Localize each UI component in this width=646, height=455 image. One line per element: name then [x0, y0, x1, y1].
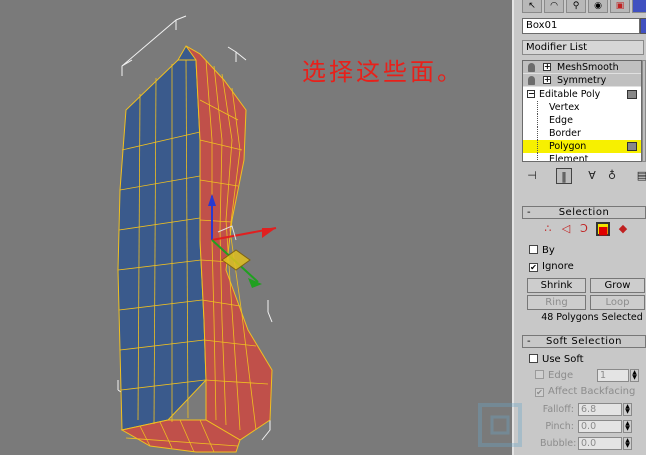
use-soft-selection-checkbox[interactable]: Use Soft	[529, 354, 584, 365]
pin-stack-icon[interactable]: ⊣	[524, 168, 540, 184]
subobject-square-icon	[627, 90, 637, 99]
lightbulb-icon[interactable]	[528, 63, 535, 72]
modify-tab-icon[interactable]: ◠	[544, 0, 564, 13]
stack-item-symmetry[interactable]: + Symmetry	[523, 74, 641, 87]
selection-status: 48 Polygons Selected	[541, 312, 643, 323]
stack-item-edge[interactable]: Edge	[523, 114, 641, 127]
stack-item-meshsmooth[interactable]: + MeshSmooth	[523, 61, 641, 74]
soft-selection-rollout-header[interactable]: - Soft Selection	[522, 335, 646, 348]
remove-modifier-icon[interactable]: ♁	[604, 168, 620, 184]
modifier-list-dropdown[interactable]: Modifier List	[522, 40, 644, 55]
stack-scrollbar[interactable]	[642, 60, 646, 162]
element-mode-icon[interactable]: ◆	[616, 222, 630, 236]
lightbulb-icon[interactable]	[528, 76, 535, 85]
vertex-mode-icon[interactable]: ∴	[541, 222, 555, 236]
ring-button[interactable]: Ring	[527, 295, 586, 310]
annotation-text: 选择这些面。	[302, 58, 464, 86]
falloff-field[interactable]: 6.8	[578, 403, 622, 416]
pinch-field[interactable]: 0.0	[578, 420, 622, 433]
ignore-backfacing-checkbox[interactable]: ✔ Ignore	[529, 261, 574, 272]
perspective-viewport[interactable]: 选择这些面。	[0, 0, 512, 455]
edge-distance-field[interactable]: 1	[597, 369, 629, 382]
loop-button[interactable]: Loop	[590, 295, 645, 310]
stack-item-editable-poly[interactable]: − Editable Poly	[523, 88, 641, 101]
utilities-tab-icon[interactable]	[632, 0, 646, 13]
bubble-field[interactable]: 0.0	[578, 437, 622, 450]
blue-face	[117, 59, 207, 431]
configure-sets-icon[interactable]: ▤	[634, 168, 646, 184]
grow-button[interactable]: Grow	[590, 278, 645, 293]
falloff-spinner[interactable]: ▲ ▼	[623, 403, 632, 416]
collapse-icon[interactable]: −	[527, 90, 535, 98]
edge-mode-icon[interactable]: ◁	[559, 222, 573, 236]
bubble-spinner[interactable]: ▲ ▼	[623, 437, 632, 450]
make-unique-icon[interactable]: ∀	[584, 168, 600, 184]
expand-icon[interactable]: +	[543, 63, 551, 71]
stack-toolbar: ⊣ ‖ ∀ ♁ ▤	[522, 165, 646, 187]
subobject-square-icon	[627, 142, 637, 151]
expand-icon[interactable]: +	[543, 76, 551, 84]
edge-distance-checkbox[interactable]: Edge	[535, 370, 573, 381]
object-color-swatch[interactable]	[640, 18, 646, 34]
stack-item-border[interactable]: Border	[523, 127, 641, 140]
affect-backfacing-checkbox[interactable]: ✔ Affect Backfacing	[535, 386, 635, 397]
stack-item-element[interactable]: Element	[523, 153, 641, 161]
selection-rollout-header[interactable]: - Selection	[522, 206, 646, 219]
create-tab-icon[interactable]: ↖	[522, 0, 542, 13]
command-panel-tabs: ↖ ◠ ⚲ ◉ ▣	[522, 0, 646, 14]
polygon-mode-icon[interactable]: ■	[596, 222, 610, 237]
stack-item-vertex[interactable]: Vertex	[523, 101, 641, 114]
modifier-stack[interactable]: + MeshSmooth + Symmetry − Editable Poly …	[522, 60, 642, 162]
motion-tab-icon[interactable]: ◉	[588, 0, 608, 13]
shrink-button[interactable]: Shrink	[527, 278, 586, 293]
display-tab-icon[interactable]: ▣	[610, 0, 630, 13]
stack-item-polygon[interactable]: Polygon	[523, 140, 641, 153]
show-end-result-icon[interactable]: ‖	[556, 168, 572, 184]
pinch-spinner[interactable]: ▲ ▼	[623, 420, 632, 433]
watermark-logo-icon	[478, 403, 522, 447]
edge-distance-spinner[interactable]: ▲ ▼	[630, 369, 639, 382]
hierarchy-tab-icon[interactable]: ⚲	[566, 0, 586, 13]
border-mode-icon[interactable]: Ↄ	[577, 222, 591, 236]
object-name-field[interactable]: Box01	[522, 18, 640, 34]
by-vertex-checkbox[interactable]: By	[529, 245, 555, 256]
